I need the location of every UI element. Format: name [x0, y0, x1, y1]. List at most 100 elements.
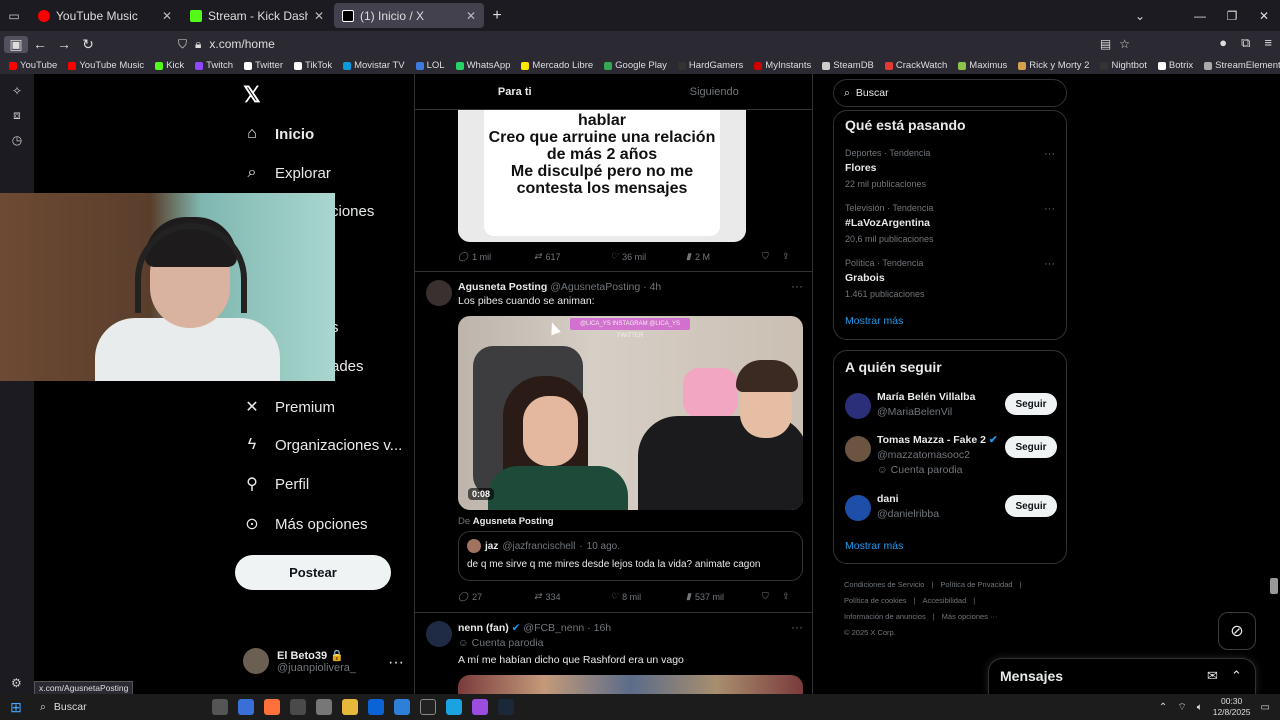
minimize-icon[interactable]: — — [1184, 9, 1216, 23]
bookmark-icon[interactable]: ⛉ — [762, 251, 782, 262]
more-dots-icon[interactable]: ··· — [1044, 203, 1055, 215]
address-bar[interactable]: ⛉ 🔒︎ x.com/home ▤ ☆ — [178, 33, 1130, 55]
reply-button[interactable]: ◯ 1 mil — [458, 251, 534, 262]
bookmark-item[interactable]: Maximus — [958, 60, 1007, 71]
close-tab-icon[interactable]: ✕ — [162, 9, 172, 23]
maximize-icon[interactable]: ❐ — [1216, 9, 1248, 23]
steam-icon[interactable] — [498, 699, 514, 715]
tab-youtube-music[interactable]: YouTube Music ✕ — [30, 3, 180, 28]
sidebar-toggle-icon[interactable]: ▣ — [4, 35, 28, 53]
outlook-icon[interactable] — [368, 699, 384, 715]
network-icon[interactable]: ⌔ — [1177, 701, 1186, 714]
tab-kick-dashboard[interactable]: Stream - Kick Dashboard ✕ — [182, 3, 332, 28]
views-button[interactable]: ▮ 537 mil — [686, 591, 762, 602]
bookmark-item[interactable]: YouTube — [9, 60, 57, 71]
search-input[interactable]: ⌕ Buscar — [833, 79, 1067, 107]
store-icon[interactable] — [290, 699, 306, 715]
more-dots-icon[interactable]: ··· — [791, 279, 803, 293]
follow-suggestion[interactable]: Tomas Mazza - Fake 2 ✔ @mazzatomasooc2 ☺… — [845, 434, 1057, 476]
close-tab-icon[interactable]: ✕ — [314, 9, 324, 23]
avatar[interactable] — [426, 621, 452, 647]
share-icon[interactable]: ⇪ — [782, 591, 802, 602]
author-handle[interactable]: @AgusnetaPosting — [550, 281, 640, 293]
post-video[interactable]: @LICA_YS INSTAGRAM @LICA_YS TWITTER 0:08 — [458, 316, 803, 510]
tray-expand-icon[interactable]: ⌃ — [1159, 702, 1167, 713]
x-logo-icon[interactable]: 𝕏 — [243, 82, 261, 108]
history-icon[interactable]: ◷ — [0, 133, 34, 147]
bookmark-item[interactable]: Twitch — [195, 60, 233, 71]
trend-item[interactable]: Televisión · Tendencia #LaVozArgentina 2… — [845, 203, 1057, 244]
quoted-post[interactable]: jaz @jazfrancischell · 10 ago. de q me s… — [458, 531, 803, 581]
bookmark-item[interactable]: Mercado Libre — [521, 60, 593, 71]
follow-button[interactable]: Seguir — [1005, 393, 1057, 415]
post-time[interactable]: 4h — [650, 281, 662, 293]
nav-profile[interactable]: ⚲ Perfil — [243, 474, 309, 494]
repost-button[interactable]: ⇄ 617 — [534, 251, 610, 262]
account-switcher[interactable]: El Beto39 🔒 @juanpiolivera_ ··· — [243, 648, 404, 674]
synced-tabs-icon[interactable]: ⧈ — [0, 108, 34, 123]
follow-button[interactable]: Seguir — [1005, 495, 1057, 517]
back-icon[interactable]: ← — [28, 36, 52, 52]
bookmark-item[interactable]: Nightbot — [1100, 60, 1147, 71]
nav-explore[interactable]: ⌕ Explorar — [243, 164, 331, 182]
app-icon[interactable] — [238, 699, 254, 715]
settings-icon[interactable] — [316, 699, 332, 715]
tab-overflow-icon[interactable]: ⌄ — [1124, 9, 1156, 23]
reload-icon[interactable]: ↻ — [76, 36, 100, 53]
clock[interactable]: 00:30 12/8/2025 — [1213, 696, 1251, 718]
nav-home[interactable]: ⌂ Inicio — [243, 125, 314, 143]
new-tab-button[interactable]: + — [484, 7, 510, 25]
follow-suggestion[interactable]: María Belén Villalba @MariaBelenVil Segu… — [845, 391, 1057, 425]
tab-following[interactable]: Siguiendo — [615, 74, 813, 109]
bookmark-item[interactable]: HardGamers — [677, 60, 743, 71]
nav-more-options[interactable]: ⊙ Más opciones — [243, 514, 367, 534]
footer-link[interactable]: Más opciones ··· — [942, 612, 998, 621]
bookmark-item[interactable]: LOL — [415, 60, 445, 71]
show-more-link[interactable]: Mostrar más — [845, 540, 903, 552]
windows-start-icon[interactable]: ⊞ — [0, 699, 32, 716]
tab-for-you[interactable]: Para ti — [415, 74, 615, 109]
bookmark-icon[interactable]: ⛉ — [762, 591, 782, 602]
bookmark-item[interactable]: Botrix — [1157, 60, 1193, 71]
footer-link[interactable]: © 2025 X Corp. — [844, 628, 896, 637]
bookmark-item[interactable]: StreamElements — [1204, 60, 1280, 71]
share-icon[interactable]: ⇪ — [782, 251, 802, 262]
footer-link[interactable]: Información de anuncios — [844, 612, 926, 621]
trend-item[interactable]: Política · Tendencia Grabois 1.461 publi… — [845, 258, 1057, 299]
more-dots-icon[interactable]: ··· — [1044, 148, 1055, 160]
more-dots-icon[interactable]: ··· — [1044, 258, 1055, 270]
grok-icon[interactable]: ⊘ — [1218, 612, 1256, 650]
account-icon[interactable]: ● — [1219, 35, 1227, 51]
nav-communities[interactable]: ades — [331, 358, 364, 375]
follow-suggestion[interactable]: dani @danielribba Seguir — [845, 493, 1057, 527]
bookmark-item[interactable]: WhatsApp — [455, 60, 510, 71]
file-explorer-icon[interactable] — [342, 699, 358, 715]
nav-organizations[interactable]: ϟ Organizaciones v... — [243, 436, 403, 454]
new-message-icon[interactable]: ✉ — [1207, 668, 1218, 684]
page-scrollbar[interactable] — [1268, 74, 1280, 694]
show-more-link[interactable]: Mostrar más — [845, 315, 903, 327]
bookmark-item[interactable]: TikTok — [294, 60, 332, 71]
app-icon[interactable] — [394, 699, 410, 715]
tab-x-home[interactable]: (1) Inicio / X ✕ — [334, 3, 484, 28]
customize-sidebar-icon[interactable]: ⚙ — [11, 676, 22, 690]
author-name[interactable]: nenn (fan) — [458, 622, 509, 634]
edge-icon[interactable] — [446, 699, 462, 715]
nav-notifications[interactable]: ciones — [331, 203, 374, 220]
taskbar-search[interactable]: ⌕ Buscar — [32, 694, 172, 720]
footer-link[interactable]: Accesibilidad — [923, 596, 967, 605]
notifications-icon[interactable]: ▭ — [1261, 702, 1270, 713]
close-tab-icon[interactable]: ✕ — [466, 9, 476, 23]
author-handle[interactable]: @FCB_nenn — [523, 622, 584, 634]
bookmark-item[interactable]: YouTube Music — [68, 60, 144, 71]
trend-item[interactable]: Deportes · Tendencia Flores 22 mil publi… — [845, 148, 1057, 189]
bookmark-item[interactable]: Movistar TV — [343, 60, 405, 71]
obs-icon[interactable] — [420, 699, 436, 715]
repost-button[interactable]: ⇄ 334 — [534, 591, 610, 602]
firefox-icon[interactable] — [264, 699, 280, 715]
forward-icon[interactable]: → — [52, 36, 76, 52]
footer-link[interactable]: Condiciones de Servicio — [844, 580, 924, 589]
reply-button[interactable]: ◯ 27 — [458, 591, 534, 602]
post-button[interactable]: Postear — [235, 555, 391, 590]
menu-icon[interactable]: ≡ — [1264, 35, 1272, 51]
